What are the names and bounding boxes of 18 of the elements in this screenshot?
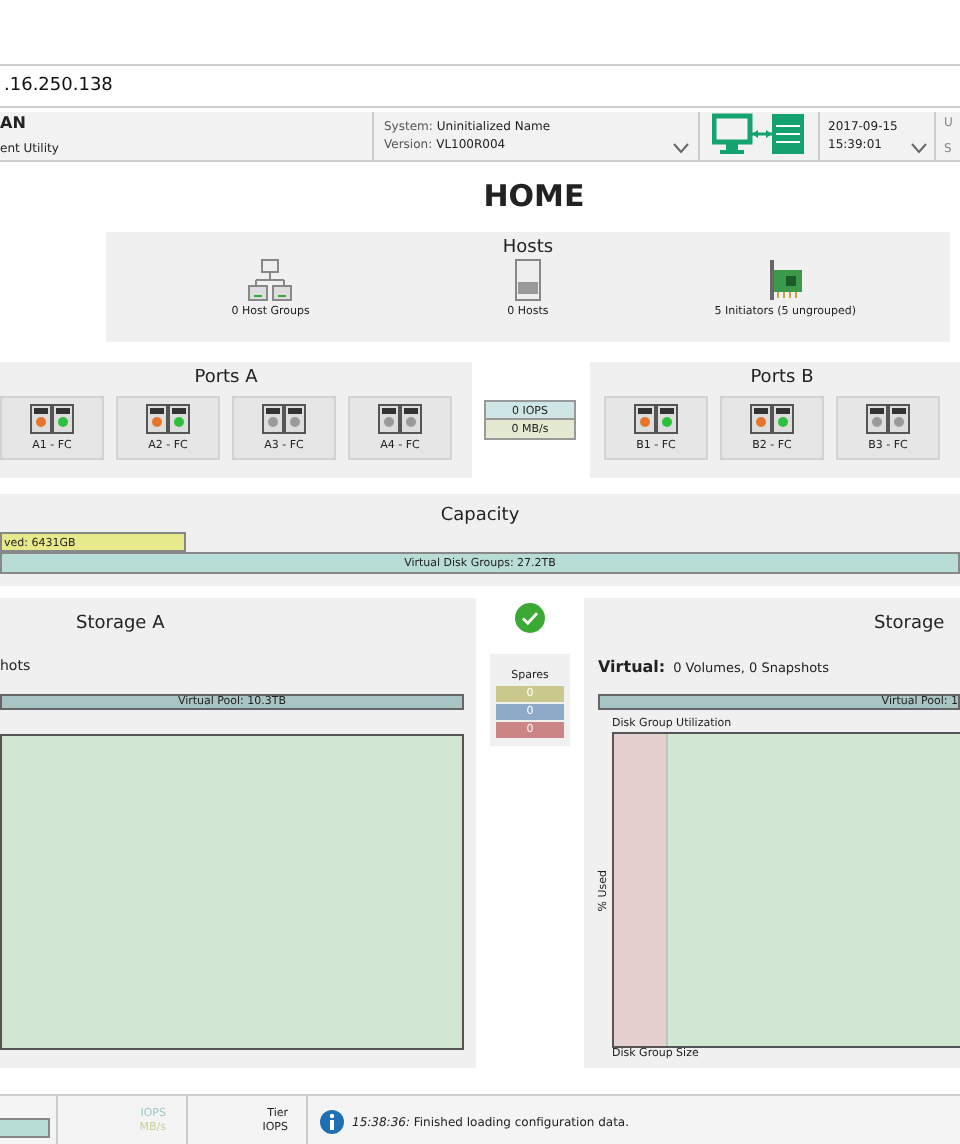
chevron-down-icon xyxy=(910,142,928,154)
card-icon xyxy=(767,258,804,302)
panel-title: Ports B xyxy=(748,366,816,388)
panel-title: Capacity xyxy=(438,504,522,530)
info-icon xyxy=(320,1110,344,1134)
panel-title: Ports A xyxy=(192,366,260,388)
address-field[interactable]: .16.250.138 xyxy=(4,76,113,96)
capacity-meter xyxy=(0,1118,50,1138)
check-icon xyxy=(514,602,546,634)
panel-title: Storage A xyxy=(74,612,167,638)
panel-title: Storage xyxy=(872,612,947,638)
virtual-label: Virtual: xyxy=(598,658,666,676)
panel-title: Hosts xyxy=(500,236,556,258)
app-title: AN xyxy=(0,114,26,132)
chevron-down-icon xyxy=(672,142,690,154)
server-icon xyxy=(513,258,542,302)
network-icon xyxy=(248,258,293,302)
page-title: HOME xyxy=(481,178,587,218)
